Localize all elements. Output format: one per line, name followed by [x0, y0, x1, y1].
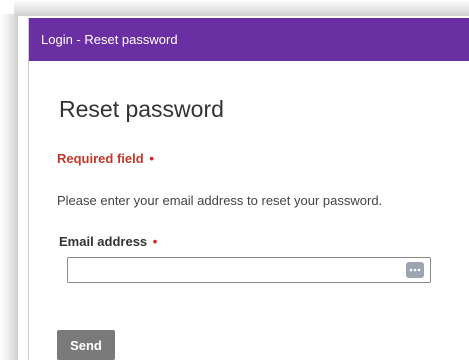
- reset-password-dialog: Login - Reset password Reset password Re…: [28, 18, 469, 360]
- email-label: Email address •: [59, 234, 157, 250]
- dialog-shadow-top: [14, 0, 469, 16]
- required-field-text: Required field: [57, 151, 144, 166]
- dots-icon-graphic: [409, 268, 421, 272]
- email-field-wrapper: [67, 257, 431, 283]
- required-marker-icon: •: [149, 151, 154, 166]
- dialog-shadow-left: [0, 14, 18, 360]
- email-label-text: Email address: [59, 234, 148, 249]
- instruction-text: Please enter your email address to reset…: [57, 193, 383, 208]
- send-button[interactable]: Send: [57, 330, 115, 360]
- email-input[interactable]: [68, 258, 398, 282]
- password-manager-dots-icon[interactable]: [406, 262, 424, 278]
- page-heading: Reset password: [59, 96, 224, 122]
- window-title: Login - Reset password: [41, 32, 178, 47]
- email-required-marker-icon: •: [152, 234, 158, 249]
- title-bar: Login - Reset password: [29, 18, 469, 61]
- required-field-note: Required field •: [57, 151, 154, 167]
- screenshot-stage: Login - Reset password Reset password Re…: [0, 0, 469, 360]
